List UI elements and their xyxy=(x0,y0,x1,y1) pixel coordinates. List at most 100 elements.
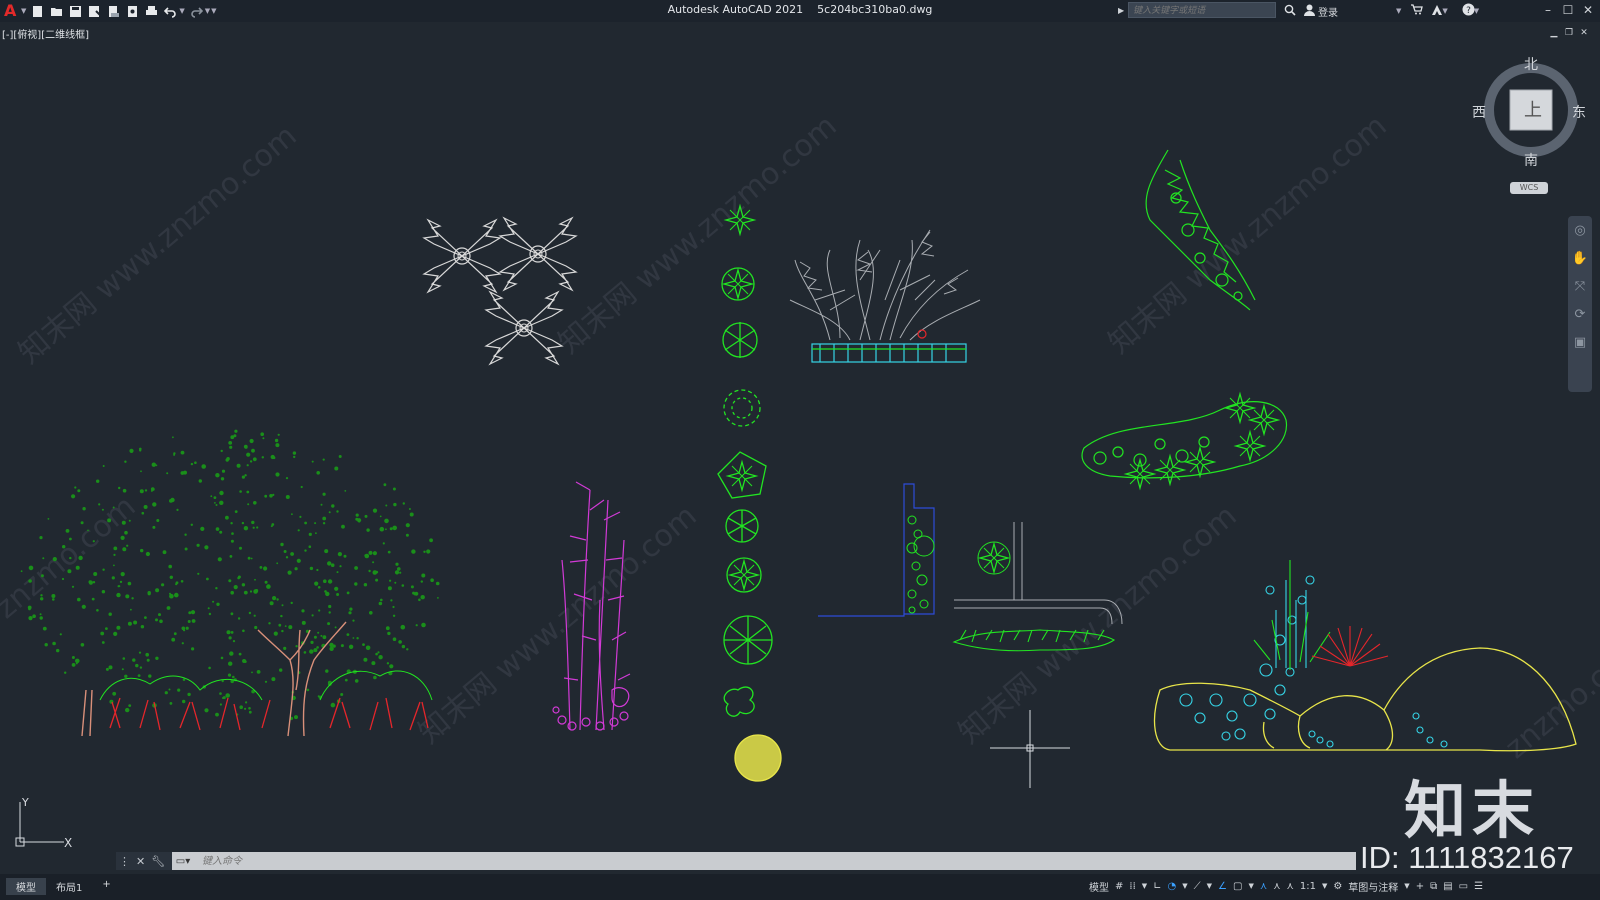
customize-qat-icon[interactable]: ▼ xyxy=(211,7,216,15)
customization-menu-icon[interactable]: ☰ xyxy=(1474,878,1483,894)
clean-screen-icon[interactable]: ▭ xyxy=(1459,878,1468,894)
canopy-dot xyxy=(309,649,314,654)
object-snap-tracking-icon[interactable]: ∠ xyxy=(1218,878,1227,894)
viewcube[interactable]: 上 北 南 西 东 xyxy=(1472,57,1586,170)
canopy-dot xyxy=(107,518,112,523)
canopy-dot xyxy=(330,563,335,567)
open-file-icon[interactable] xyxy=(48,2,65,20)
canopy-dot xyxy=(102,465,105,467)
tab-add-layout[interactable]: + xyxy=(92,878,120,895)
search-input[interactable] xyxy=(1128,2,1277,18)
login-caret-icon[interactable]: ▼ xyxy=(1396,7,1401,15)
drawing-canvas[interactable]: 知末网 www.znzmo.com 知末网 www.znzmo.com 知末网 … xyxy=(0,40,1600,850)
close-drawing-icon[interactable]: ✕ xyxy=(1578,28,1590,38)
canopy-dot xyxy=(292,451,297,455)
save-web-icon[interactable] xyxy=(124,2,141,20)
login-link[interactable]: 登录 xyxy=(1318,4,1338,19)
canopy-dot xyxy=(262,437,265,440)
a360-caret-icon[interactable]: ▼ xyxy=(1442,7,1447,15)
canopy-dot xyxy=(148,674,152,678)
object-snap-icon[interactable]: ▢ xyxy=(1233,878,1242,894)
canopy-dot xyxy=(354,566,358,570)
viewcube-east[interactable]: 东 xyxy=(1572,102,1586,122)
close-window-icon[interactable]: ✕ xyxy=(1580,2,1596,18)
app-menu-caret-icon[interactable]: ▼ xyxy=(21,7,26,15)
steering-wheel-icon[interactable]: ◎ xyxy=(1568,216,1592,244)
maximize-window-icon[interactable]: ☐ xyxy=(1560,2,1576,18)
viewcube-north[interactable]: 北 xyxy=(1524,54,1538,74)
canopy-dot xyxy=(373,675,377,680)
canopy-dot xyxy=(147,591,151,595)
annotation-visibility-icon[interactable]: ⋏ xyxy=(1260,878,1267,894)
command-close-icon[interactable]: ✕ xyxy=(136,855,145,868)
autocad-logo-icon[interactable]: A xyxy=(4,2,18,20)
redo-icon[interactable] xyxy=(188,2,205,20)
tab-layout1[interactable]: 布局1 xyxy=(46,878,92,895)
canopy-dot xyxy=(180,471,185,475)
annotation-scale-value[interactable]: 1:1 xyxy=(1300,878,1316,894)
canopy-dot xyxy=(67,569,72,574)
ortho-icon[interactable]: ∟ xyxy=(1153,878,1161,894)
command-customize-icon[interactable]: 🔧︎ xyxy=(151,855,165,868)
isodraft-icon[interactable]: ⟋ xyxy=(1194,878,1201,894)
zoom-extents-icon[interactable]: ⤧ xyxy=(1568,272,1592,300)
user-icon[interactable] xyxy=(1304,4,1315,19)
new-file-icon[interactable] xyxy=(29,2,46,20)
cart-icon[interactable] xyxy=(1411,4,1424,18)
command-grip-icon[interactable]: ⋮ xyxy=(119,855,130,868)
command-input[interactable] xyxy=(194,852,1356,870)
undo-icon[interactable] xyxy=(162,2,179,20)
showmotion-icon[interactable]: ▣ xyxy=(1568,328,1592,356)
hardware-acceleration-icon[interactable]: ▤ xyxy=(1443,878,1452,894)
workspace-switch[interactable]: 草图与注释 xyxy=(1348,878,1398,894)
minimize-window-icon[interactable]: – xyxy=(1540,2,1556,18)
open-web-icon[interactable] xyxy=(105,2,122,20)
canopy-dot xyxy=(204,545,209,550)
canopy-dot xyxy=(248,710,252,714)
canopy-dot xyxy=(91,597,95,601)
orbit-icon[interactable]: ⟳ xyxy=(1568,300,1592,328)
auto-scale-icon[interactable]: ⋏ xyxy=(1273,878,1280,894)
workspace-caret-icon[interactable]: ▼ xyxy=(1404,878,1409,894)
canopy-dot xyxy=(420,580,423,583)
canopy-dot xyxy=(276,598,279,601)
snap-icon[interactable]: ⁞⁞ xyxy=(1129,878,1135,894)
restore-drawing-icon[interactable]: ❐ xyxy=(1563,28,1575,38)
recent-commands-icon[interactable]: ▭▾ xyxy=(172,852,194,870)
annotation-scale-icon[interactable]: ⋏ xyxy=(1287,878,1294,894)
tab-model[interactable]: 模型 xyxy=(6,878,46,895)
polar-caret-icon[interactable]: ▼ xyxy=(1182,878,1187,894)
polar-tracking-icon[interactable]: ◔ xyxy=(1168,878,1177,894)
search-expand-icon[interactable]: ▶ xyxy=(1118,6,1124,15)
save-icon[interactable] xyxy=(67,2,84,20)
isolate-objects-icon[interactable]: ⧉ xyxy=(1430,878,1437,894)
redo-caret-icon[interactable]: ▼ xyxy=(205,7,210,15)
canopy-dot xyxy=(207,607,210,610)
canopy-dot xyxy=(215,712,219,717)
model-space-toggle[interactable]: 模型 xyxy=(1089,878,1109,894)
canopy-dot xyxy=(217,557,222,562)
workspace-gear-icon[interactable]: ⚙ xyxy=(1333,878,1342,894)
save-as-icon[interactable] xyxy=(86,2,103,20)
viewcube-west[interactable]: 西 xyxy=(1472,102,1486,122)
viewcube-south[interactable]: 南 xyxy=(1524,150,1538,170)
pan-icon[interactable]: ✋ xyxy=(1568,244,1592,272)
snap-caret-icon[interactable]: ▼ xyxy=(1142,878,1147,894)
isodraft-caret-icon[interactable]: ▼ xyxy=(1207,878,1212,894)
canopy-dot xyxy=(194,461,197,465)
add-icon[interactable]: + xyxy=(1416,878,1424,894)
minimize-drawing-icon[interactable]: ▁ xyxy=(1548,28,1560,38)
annotation-scale-caret-icon[interactable]: ▼ xyxy=(1322,878,1327,894)
canopy-dot xyxy=(385,528,387,531)
viewcube-top-face[interactable]: 上 xyxy=(1524,96,1542,122)
undo-caret-icon[interactable]: ▼ xyxy=(179,7,184,15)
plot-icon[interactable] xyxy=(143,2,160,20)
search-icon[interactable] xyxy=(1284,4,1296,19)
canopy-dot xyxy=(264,680,268,683)
grid-icon[interactable]: # xyxy=(1115,878,1123,894)
help-caret-icon[interactable]: ▼ xyxy=(1474,7,1479,15)
wcs-menu-button[interactable]: WCS xyxy=(1510,182,1548,194)
object-snap-caret-icon[interactable]: ▼ xyxy=(1248,878,1253,894)
canopy-dot xyxy=(184,547,188,551)
viewport-controls-label[interactable]: [-][俯视][二维线框] xyxy=(2,26,89,41)
